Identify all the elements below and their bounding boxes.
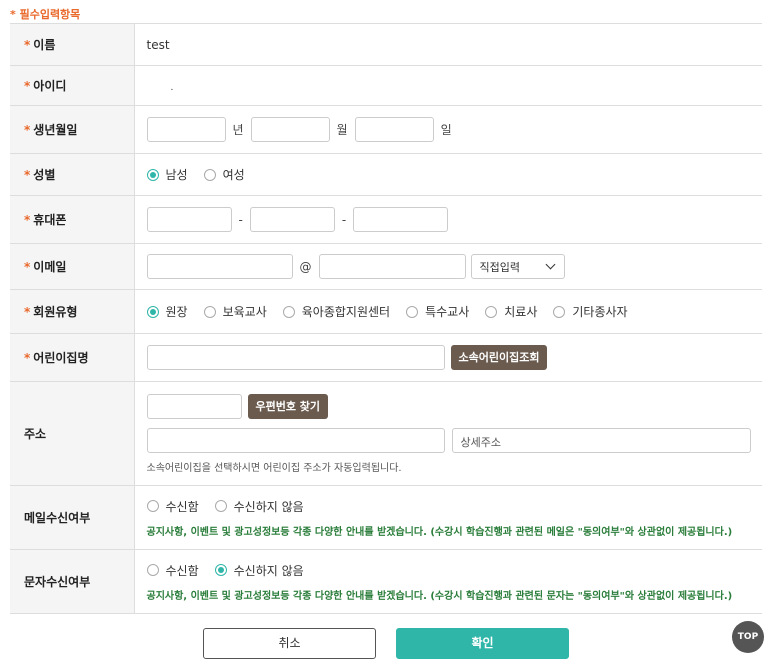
type-special-teacher-radio[interactable]: 특수교사: [406, 303, 469, 320]
birth-year-input[interactable]: [146, 117, 226, 142]
year-unit: 년: [232, 123, 244, 137]
id-value: .: [170, 82, 174, 93]
phone-sep: -: [238, 212, 243, 227]
label-daycare: * 어린이집명: [10, 333, 135, 382]
sms-accept-radio[interactable]: 수신함: [146, 562, 199, 579]
row-phone: * 휴대폰 - -: [10, 195, 762, 244]
birth-day-input[interactable]: [354, 117, 434, 142]
row-birth: * 생년월일 년 월 일: [10, 105, 762, 154]
cancel-button[interactable]: 취소: [203, 628, 376, 659]
label-gender: * 성별: [10, 153, 135, 196]
type-teacher-radio[interactable]: 보육교사: [203, 303, 267, 320]
label-name: * 이름: [10, 23, 135, 66]
month-unit: 월: [336, 123, 348, 137]
type-center-radio[interactable]: 육아종합지원센터: [282, 303, 390, 320]
day-unit: 일: [440, 123, 452, 137]
email-local-input[interactable]: [146, 254, 293, 279]
name-value: test: [146, 37, 170, 52]
address-input[interactable]: [146, 427, 445, 453]
label-phone: * 휴대폰: [10, 195, 135, 244]
birth-month-input[interactable]: [250, 117, 330, 142]
row-email: * 이메일 @ 직접입력: [10, 243, 762, 290]
address-detail-input[interactable]: 상세주소: [451, 427, 751, 453]
sms-decline-radio[interactable]: 수신하지 않음: [214, 562, 304, 579]
phone-sep: -: [341, 212, 347, 227]
sms-consent-notice: 공지사항, 이벤트 및 광고성정보등 각종 다양한 안내를 받겠습니다. (수강…: [146, 590, 733, 602]
row-name: * 이름 test: [10, 23, 762, 66]
label-address: 주소: [10, 381, 135, 486]
label-email: * 이메일: [10, 243, 135, 290]
label-birth: * 생년월일: [10, 105, 135, 154]
gender-female-radio[interactable]: 여성: [203, 166, 245, 183]
row-id: * 아이디 .: [10, 65, 762, 106]
label-sms-consent: 문자수신여부: [10, 549, 135, 614]
phone-part1-input[interactable]: [146, 207, 232, 232]
phone-part2-input[interactable]: [249, 207, 335, 232]
email-at: @: [299, 259, 312, 274]
required-note: * 필수입력항목: [10, 8, 81, 21]
mail-accept-radio[interactable]: 수신함: [146, 498, 199, 515]
zipcode-search-button[interactable]: 우편번호 찾기: [247, 393, 329, 419]
phone-part3-input[interactable]: [353, 207, 449, 232]
gender-male-radio[interactable]: 남성: [146, 166, 188, 183]
row-address: 주소 우편번호 찾기 상세주소 소속어린이집을 선택하시면 어린이집 주소가 자…: [10, 381, 762, 486]
address-hint: 소속어린이집을 선택하시면 어린이집 주소가 자동입력됩니다.: [146, 462, 402, 474]
scroll-top-button[interactable]: TOP: [732, 621, 764, 653]
row-gender: * 성별 남성 여성: [10, 153, 762, 196]
label-id: * 아이디: [10, 65, 135, 106]
daycare-input[interactable]: [146, 345, 445, 370]
label-mail-consent: 메일수신여부: [10, 485, 135, 550]
type-therapist-radio[interactable]: 치료사: [485, 303, 537, 320]
row-mail-consent: 메일수신여부 수신함 수신하지 않음 공지사항, 이벤트 및 광고성정보등 각종…: [10, 485, 762, 550]
zipcode-input[interactable]: [146, 393, 242, 419]
row-sms-consent: 문자수신여부 수신함 수신하지 않음 공지사항, 이벤트 및 광고성정보등 각종…: [10, 549, 762, 614]
email-domain-select[interactable]: 직접입력: [470, 254, 565, 279]
daycare-search-button[interactable]: 소속어린이집조회: [450, 345, 548, 370]
email-domain-input[interactable]: [318, 254, 466, 279]
type-director-radio[interactable]: 원장: [146, 303, 188, 320]
row-member-type: * 회원유형 원장 보육교사 육아종합지원센터 특수교사 치료사 기타종사자: [10, 289, 762, 334]
mail-decline-radio[interactable]: 수신하지 않음: [214, 498, 304, 515]
label-member-type: * 회원유형: [10, 289, 135, 334]
signup-form-table: * 이름 test * 아이디 . * 생년월일 년 월 일 * 성별 남성 여성 * 휴대폰…: [10, 23, 762, 614]
type-other-radio[interactable]: 기타종사자: [553, 303, 628, 320]
mail-consent-notice: 공지사항, 이벤트 및 광고성정보등 각종 다양한 안내를 받겠습니다. (수강…: [146, 526, 733, 538]
confirm-button[interactable]: 확인: [396, 628, 569, 659]
chevron-down-icon: [545, 259, 555, 270]
row-daycare: * 어린이집명 소속어린이집조회: [10, 333, 762, 382]
